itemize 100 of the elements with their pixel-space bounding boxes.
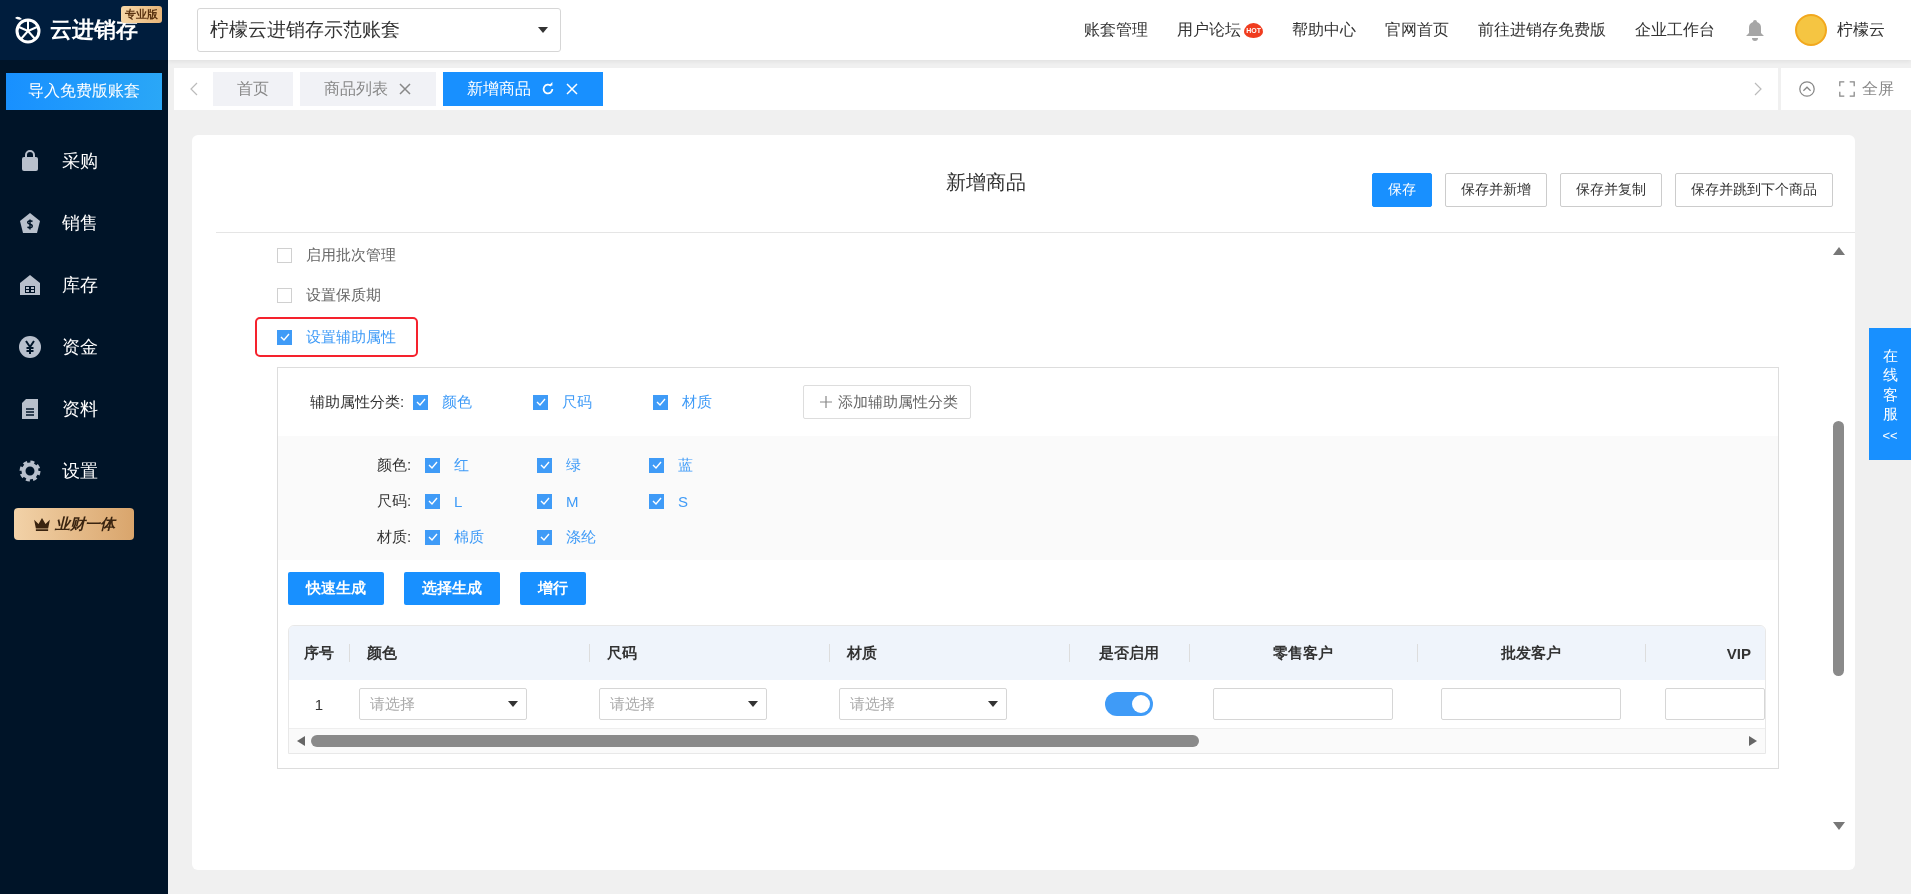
top-nav-link[interactable]: 前往进销存免费版 xyxy=(1478,19,1606,41)
highlighted-checkbox-option[interactable]: 设置辅助属性 xyxy=(255,317,418,357)
fullscreen-button[interactable]: 全屏 xyxy=(1838,78,1894,100)
scrollbar-thumb[interactable] xyxy=(311,735,1199,747)
column-header: VIP xyxy=(1645,626,1765,680)
checkbox[interactable] xyxy=(277,247,292,263)
action-button[interactable]: 快速生成 xyxy=(288,572,384,605)
tab[interactable]: 首页 xyxy=(213,72,293,106)
top-nav-link[interactable]: 企业工作台 xyxy=(1635,19,1715,41)
arrow-left-icon[interactable] xyxy=(297,736,305,746)
value-checkbox[interactable]: L xyxy=(425,492,537,510)
category-checkbox[interactable]: 颜色 xyxy=(413,392,534,412)
column-header: 批发客户 xyxy=(1417,626,1645,680)
page-title: 新增商品 xyxy=(945,170,1026,195)
dollar-tag-icon xyxy=(18,211,42,235)
field-label: 材质: xyxy=(377,527,413,547)
import-button[interactable]: 导入免费版账套 xyxy=(6,73,162,110)
field-label: 尺码: xyxy=(377,491,413,511)
checkbox[interactable] xyxy=(425,529,440,545)
plus-icon xyxy=(820,396,833,408)
bell-icon[interactable] xyxy=(1745,19,1765,41)
warehouse-icon xyxy=(18,273,42,297)
expand-icon xyxy=(1838,80,1856,98)
column-header: 是否启用 xyxy=(1069,626,1189,680)
action-button[interactable]: 增行 xyxy=(520,572,586,605)
sidebar-item[interactable]: 资金 xyxy=(0,316,168,378)
checkbox[interactable] xyxy=(277,329,292,345)
column-header: 尺码 xyxy=(589,626,829,680)
field-label: 颜色: xyxy=(377,455,413,475)
checkbox[interactable] xyxy=(277,287,292,303)
column-header: 零售客户 xyxy=(1189,626,1417,680)
select-field[interactable]: 请选择 xyxy=(599,688,767,720)
save-button[interactable]: 保存并跳到下个商品 xyxy=(1675,172,1833,207)
arrow-up-icon[interactable] xyxy=(1833,247,1845,255)
column-header: 序号 xyxy=(303,642,335,663)
value-checkbox[interactable]: 棉质 xyxy=(425,527,537,547)
caret-icon xyxy=(538,27,548,33)
checkbox[interactable] xyxy=(649,457,664,473)
select-field[interactable]: 请选择 xyxy=(359,688,527,720)
caret-icon xyxy=(508,701,518,707)
online-service-tab[interactable]: 在线客服 << xyxy=(1869,328,1911,460)
collapse-up-icon[interactable] xyxy=(1798,80,1816,98)
checkbox[interactable] xyxy=(537,457,552,473)
settings-icon xyxy=(18,459,42,483)
category-checkbox[interactable]: 材质 xyxy=(653,392,774,412)
checkbox[interactable] xyxy=(425,457,440,473)
sidebar-item[interactable]: 库存 xyxy=(0,254,168,316)
scrollbar-thumb[interactable] xyxy=(1833,421,1844,676)
save-button[interactable]: 保存并复制 xyxy=(1560,172,1662,207)
checkbox-option[interactable]: 启用批次管理 xyxy=(257,237,416,273)
promo-badge[interactable]: 业财一体 xyxy=(14,508,134,540)
value-checkbox[interactable]: 涤纶 xyxy=(537,527,649,547)
horizontal-scrollbar[interactable] xyxy=(289,729,1765,753)
action-button[interactable]: 选择生成 xyxy=(404,572,500,605)
top-nav-link[interactable]: 官网首页 xyxy=(1385,19,1449,41)
refresh-icon[interactable] xyxy=(541,82,555,96)
tab[interactable]: 商品列表 xyxy=(300,72,436,106)
caret-icon xyxy=(748,701,758,707)
top-nav-link[interactable]: 账套管理 xyxy=(1084,19,1149,41)
category-checkbox[interactable]: 尺码 xyxy=(533,392,654,412)
value-checkbox[interactable]: S xyxy=(649,492,761,510)
top-nav-link[interactable]: 用户论坛 xyxy=(1177,19,1242,41)
checkbox[interactable] xyxy=(649,493,664,509)
add-category-button[interactable]: 添加辅助属性分类 xyxy=(803,385,972,419)
checkbox[interactable] xyxy=(413,394,429,410)
sidebar-item[interactable]: 销售 xyxy=(0,192,168,254)
checkbox[interactable] xyxy=(537,529,552,545)
value-checkbox[interactable]: 绿 xyxy=(537,455,649,475)
checkbox[interactable] xyxy=(653,394,669,410)
top-nav-link[interactable]: 帮助中心 xyxy=(1292,19,1356,41)
checkbox[interactable] xyxy=(537,493,552,509)
user-name[interactable]: 柠檬云 xyxy=(1837,19,1885,41)
value-checkbox[interactable]: 蓝 xyxy=(649,455,761,475)
value-checkbox[interactable]: M xyxy=(537,492,649,510)
avatar[interactable] xyxy=(1795,14,1827,46)
save-button[interactable]: 保存 xyxy=(1372,172,1432,207)
select-field[interactable]: 请选择 xyxy=(839,688,1007,720)
chevron-left-icon[interactable] xyxy=(190,82,198,96)
input-field[interactable] xyxy=(1213,688,1393,720)
crown-icon xyxy=(33,517,51,531)
value-checkbox[interactable]: 红 xyxy=(425,455,537,475)
chevron-right-icon[interactable] xyxy=(1754,82,1762,96)
sidebar-item[interactable]: 采购 xyxy=(0,130,168,192)
promo-text: 业财一体 xyxy=(55,514,115,534)
toggle-switch[interactable] xyxy=(1105,692,1153,716)
input-field[interactable] xyxy=(1441,688,1621,720)
save-button[interactable]: 保存并新增 xyxy=(1445,172,1547,207)
table-cell-text: 1 xyxy=(313,694,325,715)
checkbox-option[interactable]: 设置保质期 xyxy=(257,277,401,313)
tab[interactable]: 新增商品 xyxy=(443,72,603,106)
arrow-right-icon[interactable] xyxy=(1749,736,1757,746)
account-select[interactable]: 柠檬云进销存示范账套 xyxy=(197,8,561,52)
checkbox[interactable] xyxy=(533,394,549,410)
input-field[interactable] xyxy=(1665,688,1765,720)
sidebar-item[interactable]: 设置 xyxy=(0,440,168,502)
column-header: 颜色 xyxy=(349,626,589,680)
sidebar-item[interactable]: 资料 xyxy=(0,378,168,440)
arrow-down-icon[interactable] xyxy=(1833,822,1845,830)
checkbox[interactable] xyxy=(425,493,440,509)
close-icon[interactable] xyxy=(398,82,412,96)
